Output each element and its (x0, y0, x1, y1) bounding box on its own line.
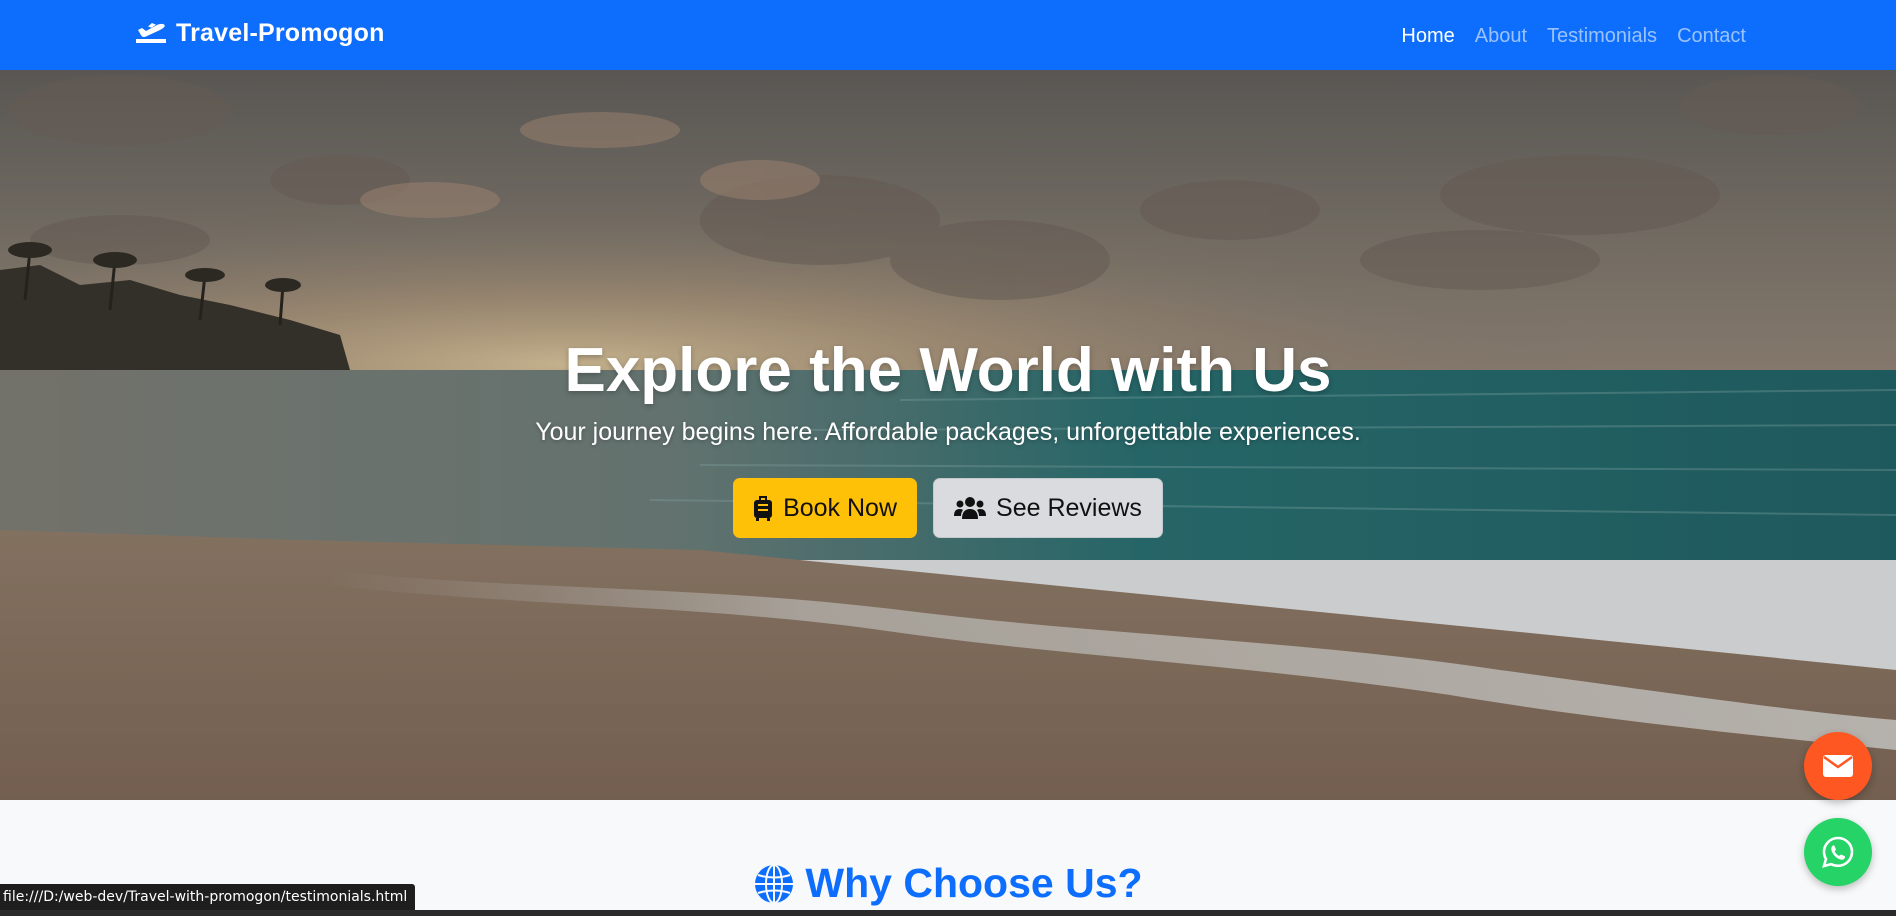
hero-subtitle: Your journey begins here. Affordable pac… (535, 418, 1361, 446)
nav-link-about[interactable]: About (1475, 22, 1527, 50)
why-choose-us-title: Why Choose Us? (805, 860, 1143, 906)
window-bottom-edge (0, 910, 1896, 916)
whatsapp-floating-button[interactable] (1804, 818, 1872, 886)
nav-link-testimonials[interactable]: Testimonials (1547, 22, 1657, 50)
hero-title: Explore the World with Us (564, 336, 1332, 405)
envelope-icon (1823, 755, 1853, 777)
users-icon (954, 497, 987, 519)
email-floating-button[interactable] (1804, 732, 1872, 800)
book-now-label: Book Now (783, 493, 898, 522)
hero-buttons: Book Now See Reviews (0, 478, 1896, 538)
navbar: Travel-Promogon Home About Testimonials … (0, 0, 1896, 70)
brand-link[interactable]: Travel-Promogon (135, 18, 385, 48)
nav-links: Home About Testimonials Contact (1381, 22, 1746, 50)
whatsapp-icon (1822, 836, 1854, 868)
brand-name: Travel-Promogon (176, 18, 385, 47)
see-reviews-button[interactable]: See Reviews (933, 478, 1163, 538)
plane-departure-icon (136, 23, 166, 43)
suitcase-icon (754, 496, 773, 521)
see-reviews-label: See Reviews (996, 493, 1142, 522)
nav-link-contact[interactable]: Contact (1677, 22, 1746, 50)
browser-status-bar: file:///D:/web-dev/Travel-with-promogon/… (0, 884, 416, 910)
hero-section: Explore the World with Us Your journey b… (0, 70, 1896, 800)
book-now-button[interactable]: Book Now (733, 478, 918, 538)
hero-content: Explore the World with Us Your journey b… (0, 70, 1896, 800)
nav-link-home[interactable]: Home (1401, 22, 1454, 50)
globe-icon (755, 863, 794, 904)
